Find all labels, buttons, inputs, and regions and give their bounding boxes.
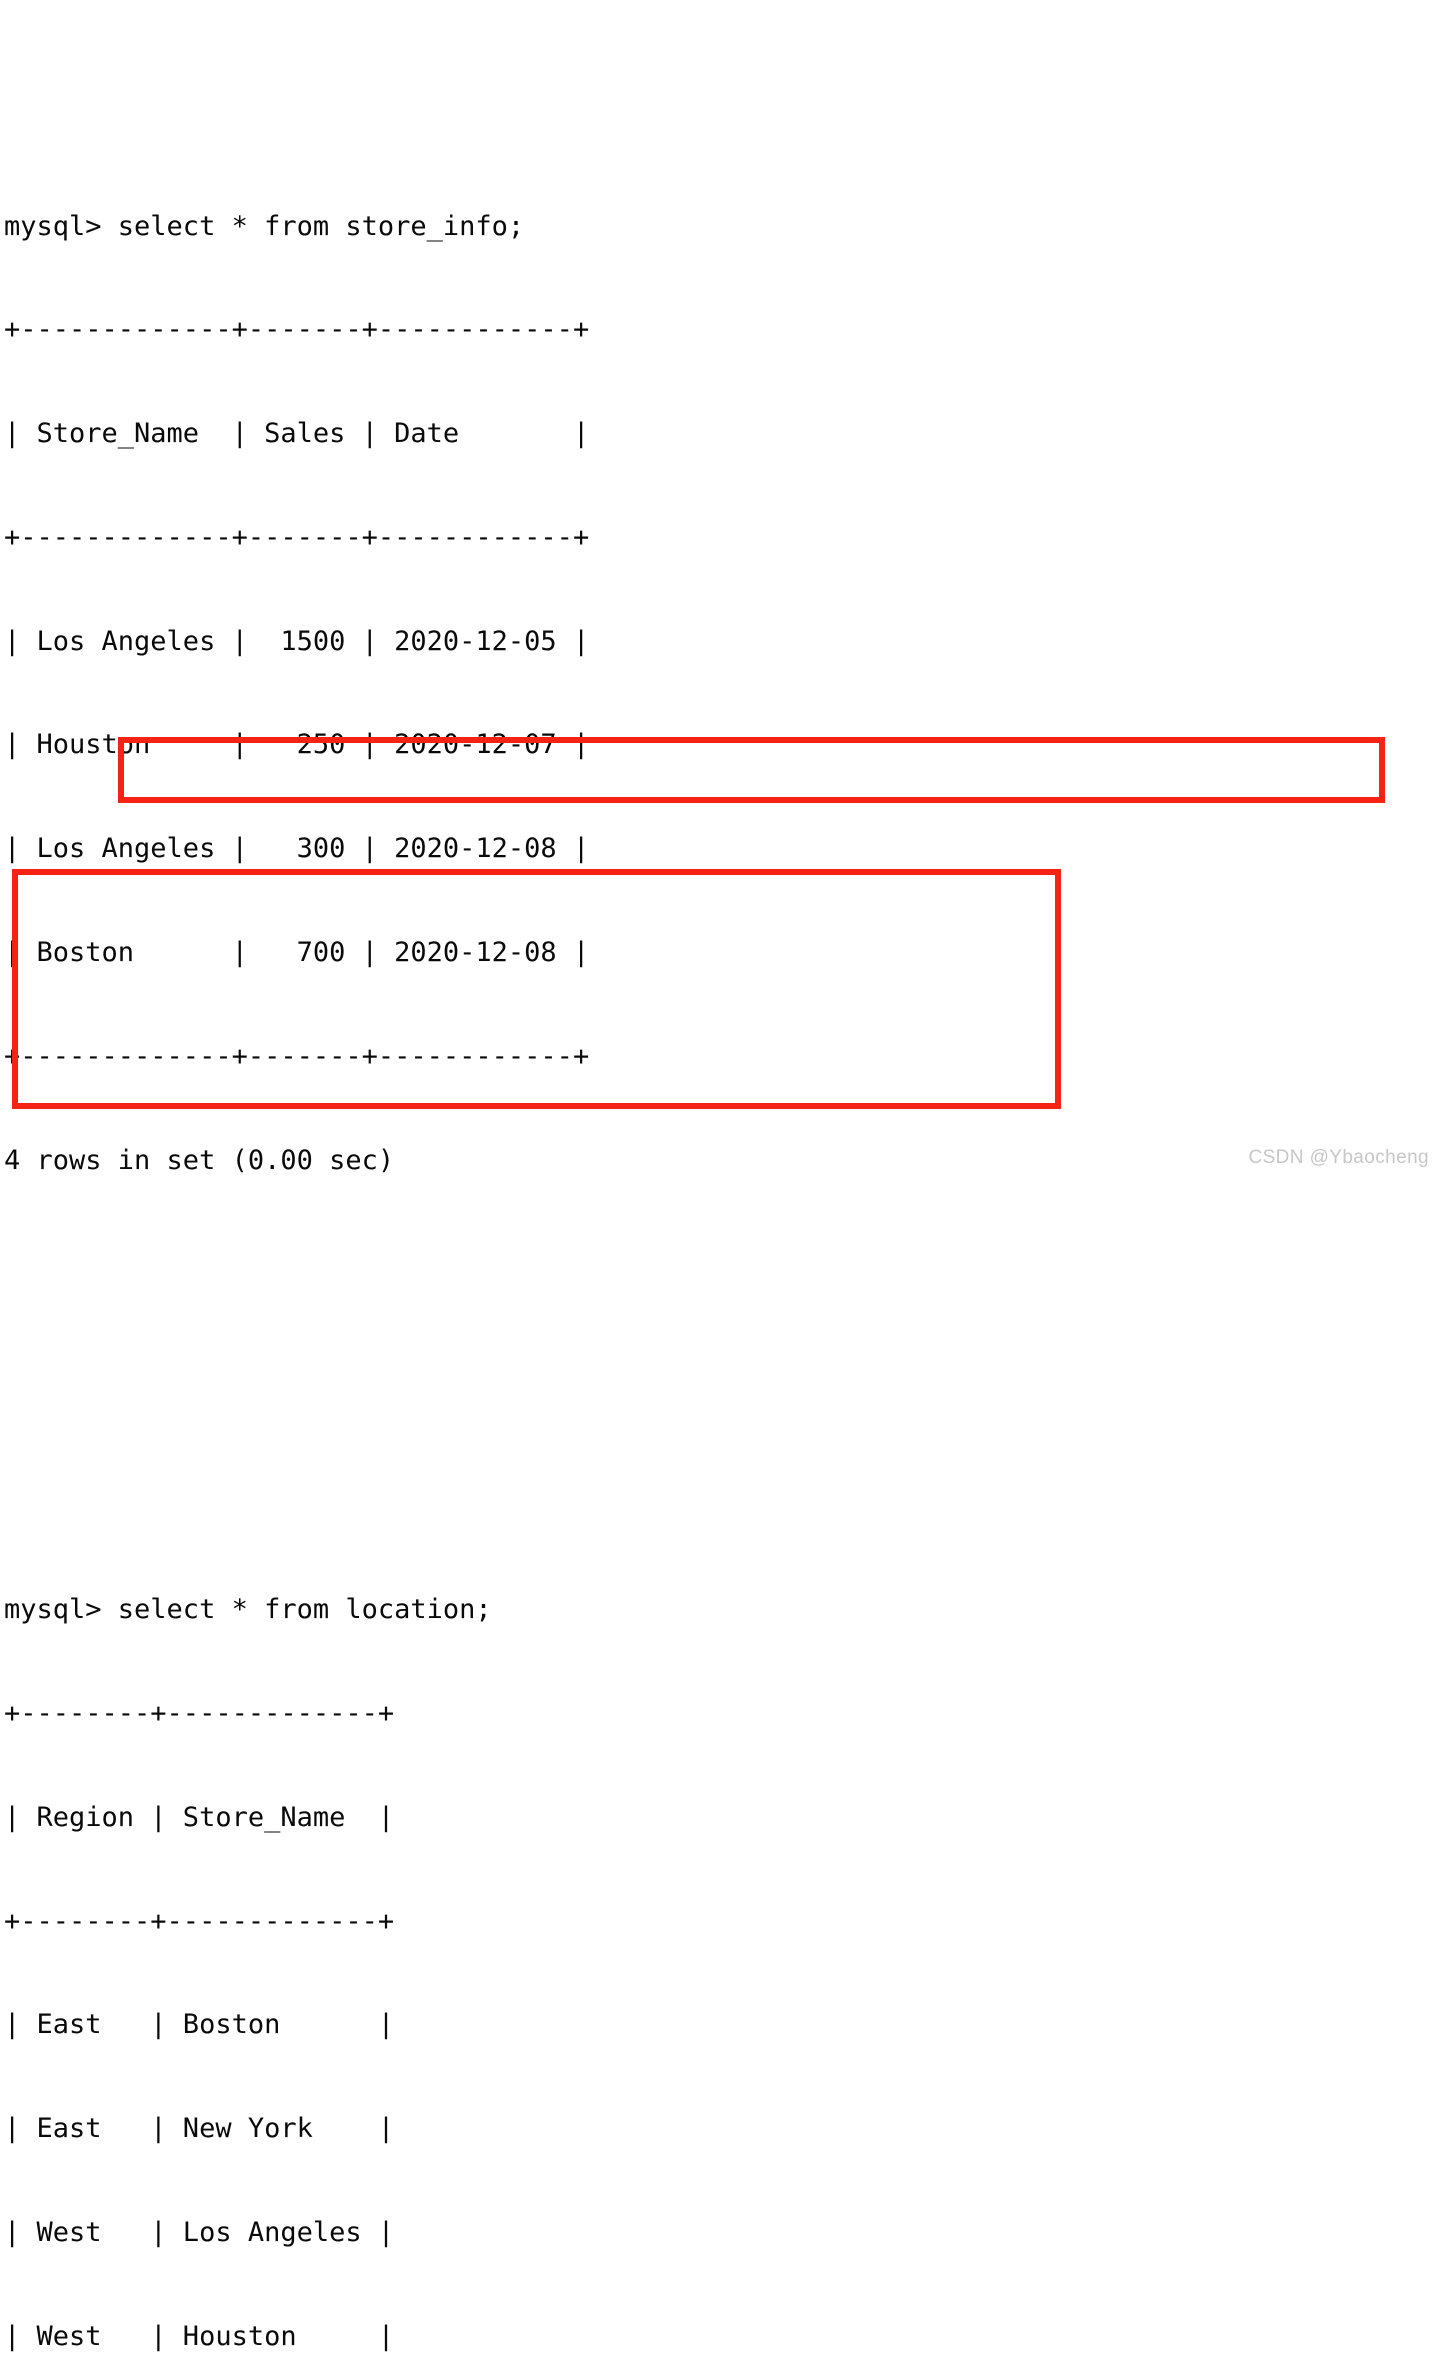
table-row: | East | Boston |: [4, 2009, 395, 2041]
table-separator-bottom: +-------------+-------+------------+: [4, 1040, 590, 1072]
table-row: | Houston | 250 | 2020-12-07 |: [4, 729, 590, 761]
table-row: | West | Houston |: [4, 2320, 395, 2352]
command-line-location: mysql> select * from location;: [4, 1594, 492, 1626]
table-header-row: | Region | Store_Name |: [4, 1801, 395, 1833]
query-block-store-info: mysql> select * from store_info; +------…: [4, 140, 1443, 1247]
table-separator-mid: +-------------+-------+------------+: [4, 521, 590, 553]
command-line-store-info: mysql> select * from store_info;: [4, 210, 525, 242]
table-separator-mid: +--------+-------------+: [4, 1905, 395, 1937]
table-row: | Los Angeles | 1500 | 2020-12-05 |: [4, 625, 590, 657]
table-row: | Los Angeles | 300 | 2020-12-08 |: [4, 833, 590, 865]
table-row: | East | New York |: [4, 2113, 395, 2145]
table-row: | Boston | 700 | 2020-12-08 |: [4, 937, 590, 969]
query-block-location: mysql> select * from location; +--------…: [4, 1524, 1443, 2358]
table-separator-top: +-------------+-------+------------+: [4, 314, 590, 346]
table-header-row: | Store_Name | Sales | Date |: [4, 418, 590, 450]
terminal-output[interactable]: mysql> select * from store_info; +------…: [4, 2, 1443, 2358]
table-separator-top: +--------+-------------+: [4, 1698, 395, 1730]
watermark: CSDN @Ybaocheng: [1248, 1147, 1429, 1168]
table-row: | West | Los Angeles |: [4, 2217, 395, 2248]
result-status-line: 4 rows in set (0.00 sec): [4, 1144, 395, 1176]
